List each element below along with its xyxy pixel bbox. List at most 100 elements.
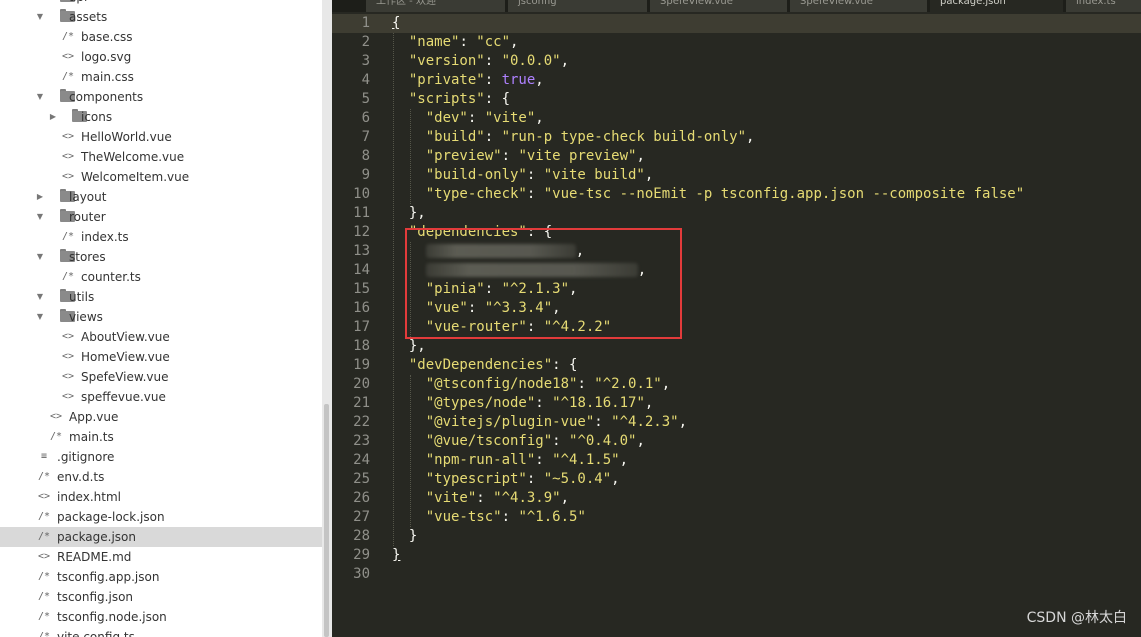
file-item[interactable]: /* main.css — [0, 67, 322, 87]
file-item[interactable]: /* vite.config.ts — [0, 627, 322, 637]
json-string: "run-p type-check build-only" — [501, 129, 747, 145]
code-editor[interactable]: 1 2 3 4 5 6 7 8 9 10 11 12 13 14 15 16 17 18 19 20 21 22 23 24 2… — [332, 12, 1141, 637]
chevron-down-icon[interactable]: ▼ — [34, 287, 46, 307]
line-number: 23 — [353, 433, 370, 449]
item-label: base.css — [81, 30, 133, 44]
editor-tab[interactable]: 工作区 - 欢迎 — [366, 0, 506, 12]
folder-item[interactable]: ▶ layout — [0, 187, 322, 207]
folder-item[interactable]: ▼ router — [0, 207, 322, 227]
chevron-down-icon[interactable]: ▼ — [34, 207, 46, 227]
folder-item[interactable]: ▼ assets — [0, 7, 322, 27]
editor-tab[interactable]: package.json× — [930, 0, 1064, 12]
file-item[interactable]: <> App.vue — [0, 407, 322, 427]
editor-tab[interactable]: jsconfig — [508, 0, 648, 12]
folder-item[interactable]: ▼ views — [0, 307, 322, 327]
file-item[interactable]: /* counter.ts — [0, 267, 322, 287]
json-key: "@tsconfig/node18" — [392, 376, 578, 392]
file-item[interactable]: <> SpefeView.vue — [0, 367, 322, 387]
code-line[interactable]: }, — [392, 204, 1132, 223]
file-item[interactable]: <> HomeView.vue — [0, 347, 322, 367]
json-string: "cc" — [476, 34, 511, 50]
file-item[interactable]: <> HelloWorld.vue — [0, 127, 322, 147]
json-string: "^4.2.3" — [611, 414, 679, 430]
file-icon: /* — [49, 431, 63, 442]
code-line[interactable]: "scripts": { — [392, 90, 1132, 109]
code-line[interactable]: }, — [392, 337, 1132, 356]
folder-item[interactable]: ▼ stores — [0, 247, 322, 267]
code-line[interactable]: { — [392, 14, 1132, 33]
chevron-right-icon[interactable]: ▶ — [47, 107, 59, 127]
file-item[interactable]: <> AboutView.vue — [0, 327, 322, 347]
code-line[interactable]: "typescript": "~5.0.4", — [392, 470, 1132, 489]
item-label: WelcomeItem.vue — [81, 170, 190, 184]
file-item[interactable]: /* package-lock.json — [0, 507, 322, 527]
json-key: "@types/node" — [392, 395, 536, 411]
folder-item[interactable]: ▼ components — [0, 87, 322, 107]
file-item[interactable]: <> WelcomeItem.vue — [0, 167, 322, 187]
code-line[interactable]: "@vitejs/plugin-vue": "^4.2.3", — [392, 413, 1132, 432]
file-item[interactable]: /* index.ts — [0, 227, 322, 247]
chevron-down-icon[interactable]: ▼ — [34, 87, 46, 107]
editor-tab[interactable]: SpefeView.vue — [650, 0, 788, 12]
json-punctuation: : — [501, 509, 519, 525]
code-line[interactable]: "type-check": "vue-tsc --noEmit -p tscon… — [392, 185, 1132, 204]
folder-item[interactable]: ▶ api — [0, 0, 322, 7]
code-line[interactable]: } — [392, 546, 1132, 565]
code-line[interactable]: "build": "run-p type-check build-only", — [392, 128, 1132, 147]
file-item[interactable]: <> TheWelcome.vue — [0, 147, 322, 167]
chevron-down-icon[interactable]: ▼ — [34, 247, 46, 267]
file-item[interactable]: /* base.css — [0, 27, 322, 47]
code-line[interactable]: "name": "cc", — [392, 33, 1132, 52]
chevron-down-icon[interactable]: ▼ — [34, 307, 46, 327]
json-punctuation: : — [535, 395, 553, 411]
file-item[interactable]: /* tsconfig.app.json — [0, 567, 322, 587]
code-line[interactable]: "private": true, — [392, 71, 1132, 90]
chevron-right-icon[interactable]: ▶ — [34, 187, 46, 207]
item-label: main.ts — [69, 430, 114, 444]
line-number: 15 — [353, 281, 370, 297]
tab-label: SpefeView.vue — [660, 0, 733, 7]
code-line[interactable]: "vue-tsc": "^1.6.5" — [392, 508, 1132, 527]
code-line[interactable]: "npm-run-all": "^4.1.5", — [392, 451, 1132, 470]
file-item[interactable]: <> speffevue.vue — [0, 387, 322, 407]
file-icon: <> — [61, 371, 75, 382]
file-item[interactable]: /* tsconfig.node.json — [0, 607, 322, 627]
file-item[interactable]: <> README.md — [0, 547, 322, 567]
code-line[interactable]: "@vue/tsconfig": "^0.4.0", — [392, 432, 1132, 451]
editor-tab[interactable]: SpefeView.vue — [790, 0, 928, 12]
file-icon: /* — [37, 531, 51, 542]
code-line[interactable]: } — [392, 527, 1132, 546]
folder-item[interactable]: ▶ icons — [0, 107, 322, 127]
code-line[interactable]: "@types/node": "^18.16.17", — [392, 394, 1132, 413]
code-line[interactable]: "dev": "vite", — [392, 109, 1132, 128]
line-number: 26 — [353, 490, 370, 506]
file-item[interactable]: <> logo.svg — [0, 47, 322, 67]
tab-label: package.json — [940, 0, 1006, 7]
file-icon: /* — [37, 571, 51, 582]
json-punctuation: , — [636, 433, 645, 449]
line-number: 28 — [353, 528, 370, 544]
code-line[interactable]: "version": "0.0.0", — [392, 52, 1132, 71]
file-item[interactable]: <> index.html — [0, 487, 322, 507]
sidebar-scroll-thumb[interactable] — [324, 404, 329, 637]
item-label: AboutView.vue — [81, 330, 170, 344]
file-item[interactable]: /* main.ts — [0, 427, 322, 447]
code-line[interactable]: "preview": "vite preview", — [392, 147, 1132, 166]
file-item[interactable]: /* package.json — [0, 527, 322, 547]
item-label: App.vue — [69, 410, 119, 424]
line-number: 3 — [361, 53, 370, 69]
chevron-right-icon[interactable]: ▶ — [34, 0, 46, 7]
folder-item[interactable]: ▼ utils — [0, 287, 322, 307]
file-item[interactable]: ≡ .gitignore — [0, 447, 322, 467]
editor-tab[interactable]: index.ts — [1066, 0, 1141, 12]
file-item[interactable]: /* tsconfig.json — [0, 587, 322, 607]
chevron-down-icon[interactable]: ▼ — [34, 7, 46, 27]
code-line[interactable]: "build-only": "vite build", — [392, 166, 1132, 185]
item-label: package-lock.json — [57, 510, 165, 524]
code-line[interactable]: "vite": "^4.3.9", — [392, 489, 1132, 508]
tab-label: SpefeView.vue — [800, 0, 873, 7]
code-line[interactable]: "@tsconfig/node18": "^2.0.1", — [392, 375, 1132, 394]
code-line[interactable] — [392, 565, 1132, 584]
file-item[interactable]: /* env.d.ts — [0, 467, 322, 487]
code-line[interactable]: "devDependencies": { — [392, 356, 1132, 375]
